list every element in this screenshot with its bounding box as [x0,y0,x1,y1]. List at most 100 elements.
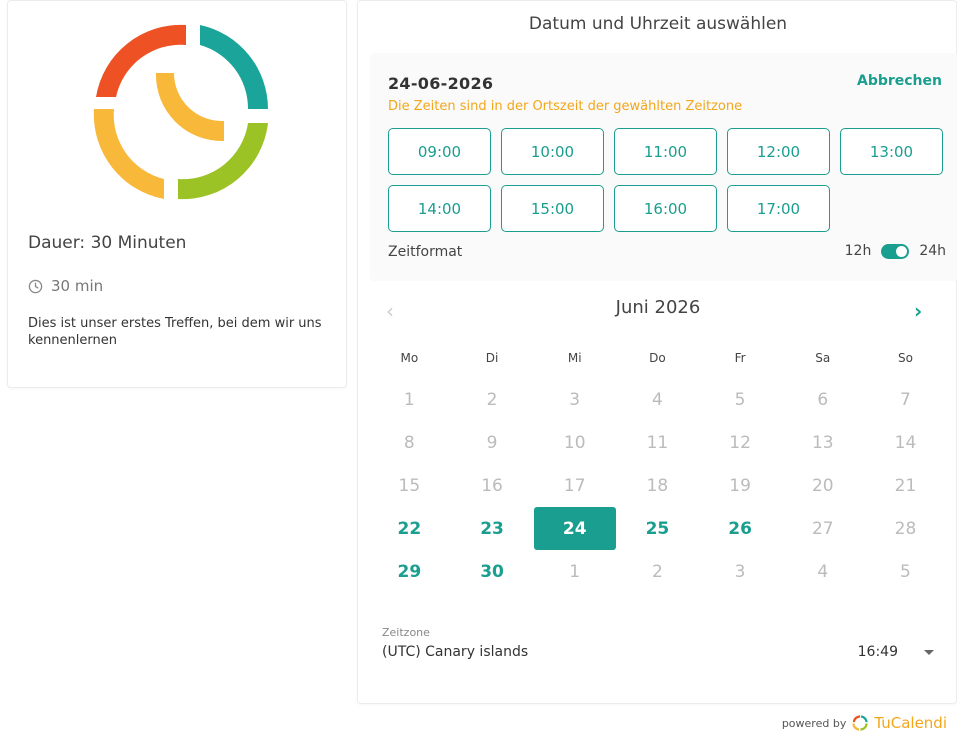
timezone-select[interactable]: (UTC) Canary islands 16:49 [382,642,934,662]
weekday-header: Fr [734,351,746,365]
calendar-days: 1 2 3 4 5 6 7 8 9 10 11 12 13 14 15 16 17 18 19 20 21 22 23 24 2… [368,378,947,593]
calendar-day-cell: 2 [451,378,534,421]
calendar-day-cell: 6 [781,378,864,421]
time-slot-button[interactable]: 14:00 [388,185,491,232]
calendar-day-cell: 17 [533,464,616,507]
calendar-day-cell: 19 [699,464,782,507]
format-12h-label[interactable]: 12h [845,243,872,259]
calendar-day-cell: 1 [368,378,451,421]
calendar-day[interactable]: 30 [480,562,504,582]
calendar-day: 4 [651,389,663,410]
calendar-day: 11 [646,432,669,453]
calendar-day-cell: 21 [864,464,947,507]
time-slot-grid: 09:00 10:00 11:00 12:00 13:00 14:00 15:00 16:00… [388,128,948,232]
weekday-header: Sa [815,351,831,365]
calendar-day-cell: 7 [864,378,947,421]
time-slots-panel: 24-06-2026 Abbrechen Die Zeiten sind in … [370,53,957,281]
calendar-day-cell: 4 [616,378,699,421]
booking-card: Datum und Uhrzeit auswählen 24-06-2026 A… [357,0,957,704]
calendar-day-selected[interactable]: 24 [533,507,616,550]
weekday-header: So [897,351,913,365]
calendar-day: 16 [481,475,503,496]
calendar-day-cell: 15 [368,464,451,507]
calendar-day: 4 [817,561,829,582]
duration-short: 30 min [51,277,104,295]
calendar-day-cell: 8 [368,421,451,464]
clock-icon [28,279,43,293]
calendar-day[interactable]: 22 [398,519,422,539]
calendar-day: 18 [646,475,669,496]
calendar-day[interactable]: 25 [646,519,670,539]
timezone-value: (UTC) Canary islands [382,644,529,660]
calendar-day-cell: 24 [533,507,616,550]
calendar-day: 15 [398,475,421,496]
calendar-day-cell: 1 [533,550,616,593]
calendar-day: 2 [651,561,663,582]
calendar-day-cell: 12 [699,421,782,464]
tucalendi-logo-icon [93,24,268,200]
calendar-day: 1 [569,561,581,582]
time-slot-button[interactable]: 10:00 [501,128,604,175]
weekday-header: Di [485,351,499,365]
weekday-header: Mi [567,351,582,365]
calendar-day[interactable]: 26 [728,519,752,539]
calendar-weekdays: Mo Di Mi Do Fr Sa So [368,351,947,365]
calendar-day: 13 [811,432,834,453]
calendar-day: 17 [563,475,586,496]
calendar-month-label: Juni 2026 [615,297,701,318]
calendar-day: 7 [900,389,911,410]
event-info-card: Dauer: 30 Minuten 30 min Dies ist unser … [7,0,347,388]
time-slot-button[interactable]: 09:00 [388,128,491,175]
page-title: Datum und Uhrzeit auswählen [528,14,788,34]
calendar-day-cell: 16 [451,464,534,507]
timezone-label: Zeitzone [382,626,430,639]
calendar-day-cell: 25 [616,507,699,550]
calendar-day: 5 [734,389,746,410]
event-description: Dies ist unser erstes Treffen, bei dem w… [28,316,322,348]
chevron-left-icon[interactable]: ‹ [386,299,394,323]
calendar-day-cell: 13 [781,421,864,464]
calendar-day-cell: 10 [533,421,616,464]
time-slot-button[interactable]: 11:00 [614,128,717,175]
calendar-day: 14 [894,432,917,453]
calendar-day[interactable]: 23 [480,519,504,539]
time-format-toggle[interactable] [881,243,910,259]
calendar-day-cell: 26 [699,507,782,550]
calendar-day-cell: 11 [616,421,699,464]
calendar-day: 28 [894,518,917,539]
calendar-day: 3 [569,389,581,410]
calendar-day-cell: 22 [368,507,451,550]
calendar-day-cell: 2 [616,550,699,593]
powered-by-label: powered by [781,716,847,730]
chevron-right-icon[interactable]: › [914,299,922,323]
time-slot-button[interactable]: 15:00 [501,185,604,232]
time-slot-button[interactable]: 17:00 [727,185,830,232]
format-24h-label[interactable]: 24h [919,243,946,259]
calendar-day-cell: 9 [451,421,534,464]
duration-row: 30 min [28,277,103,295]
calendar-day[interactable]: 29 [398,562,422,582]
cancel-button[interactable]: Abbrechen [857,73,942,89]
time-format-switch: 12h 24h [845,243,946,259]
calendar-day: 12 [729,432,751,453]
weekday-header: Do [649,351,666,365]
calendar-day: 19 [729,475,751,496]
calendar-day: 27 [811,518,834,539]
calendar-day-cell: 5 [699,378,782,421]
time-slot-button[interactable]: 13:00 [840,128,943,175]
calendar-day: 5 [900,561,911,582]
calendar-day-cell: 28 [864,507,947,550]
duration-title: Dauer: 30 Minuten [28,233,187,253]
calendar-day: 20 [811,475,834,496]
brand-name: TuCalendi [874,714,947,732]
calendar-day-cell: 23 [451,507,534,550]
calendar-day-cell: 14 [864,421,947,464]
time-slot-button[interactable]: 12:00 [727,128,830,175]
powered-by[interactable]: powered by TuCalendi [782,714,947,732]
calendar-day: 2 [486,389,498,410]
selected-date: 24-06-2026 [388,74,494,93]
time-slot-button[interactable]: 16:00 [614,185,717,232]
timezone-current-time: 16:49 [857,644,898,660]
timezone-note: Die Zeiten sind in der Ortszeit der gewä… [388,99,743,114]
calendar-day-cell: 29 [368,550,451,593]
